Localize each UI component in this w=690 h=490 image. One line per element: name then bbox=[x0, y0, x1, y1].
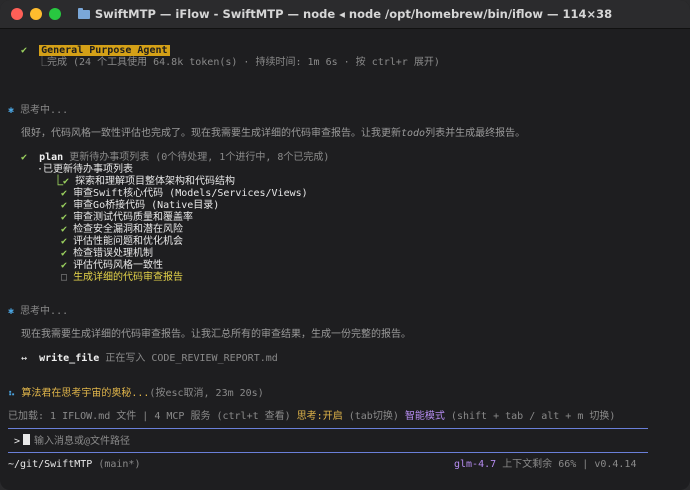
text-cursor bbox=[23, 434, 31, 445]
cwd-path: ~/git/SwiftMTP bbox=[8, 459, 93, 470]
agent-line: ✔ General Purpose Agent bbox=[21, 45, 170, 57]
plan-updated: ·已更新待办事项列表 bbox=[37, 164, 134, 175]
status-line: ⠦ 算法君在思考宇宙的奥秘...(按esc取消, 23m 20s) bbox=[8, 388, 264, 400]
window-title: SwiftMTP — iFlow - SwiftMTP — node ◂ nod… bbox=[0, 7, 690, 21]
footer-left: ~/git/SwiftMTP (main*) bbox=[8, 459, 140, 471]
todo-item-pending: □ 生成详细的代码审查报告 bbox=[61, 272, 184, 283]
todo-item: ✔ 审查Go桥接代码 (Native目录) bbox=[61, 200, 220, 211]
footer-right: glm-4.7 上下文剩余 66% | v0.4.14 bbox=[454, 459, 636, 471]
window-title-text: SwiftMTP — iFlow - SwiftMTP — node ◂ nod… bbox=[94, 7, 613, 21]
thinking-toggle: 思考:开启 bbox=[296, 411, 343, 422]
info-line: 已加载: 1 IFLOW.md 文件 | 4 MCP 服务 (ctrl+t 查看… bbox=[8, 411, 616, 422]
plan-header: ✔ plan 更新待办事项列表 (0个待处理, 1个进行中, 8个已完成) bbox=[21, 152, 329, 164]
tool-name: write_file bbox=[39, 353, 100, 364]
prompt-symbol: > bbox=[14, 436, 21, 447]
input-placeholder: 输入消息或@文件路径 bbox=[34, 436, 131, 447]
thinking-label: 思考中... bbox=[20, 105, 69, 116]
context-info: 上下文剩余 66% | v0.4.14 bbox=[502, 459, 637, 470]
git-branch: (main*) bbox=[98, 459, 141, 470]
status-text: 算法君在思考宇宙的奥秘... bbox=[21, 388, 150, 399]
todo-item: ✔ 评估性能问题和优化机会 bbox=[61, 236, 184, 247]
tool-desc: 正在写入 CODE_REVIEW_REPORT.md bbox=[105, 353, 278, 364]
input-top-border bbox=[8, 428, 648, 429]
spinner-icon: ⠦ bbox=[8, 388, 16, 399]
todo-item: ⎿✔ 探索和理解项目整体架构和代码结构 bbox=[53, 176, 236, 187]
tool-call: ↔ write_file 正在写入 CODE_REVIEW_REPORT.md bbox=[21, 353, 278, 365]
check-icon: ✔ bbox=[21, 152, 28, 163]
thinking-text: 很好，代码风格一致性评估也完成了。现在我需要生成详细的代码审查报告。让我更新to… bbox=[21, 128, 526, 139]
title-bar: SwiftMTP — iFlow - SwiftMTP — node ◂ nod… bbox=[0, 0, 690, 29]
todo-item: ✔ 审查Swift核心代码 (Models/Services/Views) bbox=[61, 188, 308, 199]
mode-indicator: 智能模式 bbox=[404, 411, 445, 422]
thinking-label: 思考中... bbox=[20, 306, 69, 317]
todo-item: ✔ 评估代码风格一致性 bbox=[61, 260, 164, 271]
folder-icon bbox=[77, 8, 90, 19]
status-hint: (按esc取消, 23m 20s) bbox=[149, 388, 264, 399]
plan-desc: 更新待办事项列表 (0个待处理, 1个进行中, 8个已完成) bbox=[69, 152, 330, 163]
write-arrow-icon: ↔ bbox=[21, 353, 28, 364]
plan-name: plan bbox=[39, 152, 64, 163]
todo-item: ✔ 审查测试代码质量和覆盖率 bbox=[61, 212, 194, 223]
thinking-header: ✱ 思考中... bbox=[8, 306, 68, 318]
thinking-star-icon: ✱ bbox=[8, 306, 15, 317]
check-icon: ✔ bbox=[21, 45, 28, 56]
terminal-window: SwiftMTP — iFlow - SwiftMTP — node ◂ nod… bbox=[0, 0, 690, 490]
input-bottom-border bbox=[8, 452, 648, 453]
thinking-header: ✱ 思考中... bbox=[8, 105, 68, 117]
model-name: glm-4.7 bbox=[454, 459, 497, 470]
message-input[interactable]: > 输入消息或@文件路径 bbox=[14, 434, 130, 448]
thinking-text: 现在我需要生成详细的代码审查报告。让我汇总所有的审查结果，生成一份完整的报告。 bbox=[21, 329, 411, 340]
thinking-star-icon: ✱ bbox=[8, 105, 15, 116]
loaded-info: 已加载: 1 IFLOW.md 文件 | 4 MCP 服务 (ctrl+t 查看… bbox=[8, 411, 291, 422]
checkbox-empty-icon: □ bbox=[61, 272, 68, 283]
agent-summary: ⎿完成 (24 个工具使用 64.8k token(s) · 持续时间: 1m … bbox=[37, 57, 440, 68]
agent-name: General Purpose Agent bbox=[39, 45, 170, 56]
todo-item: ✔ 检查安全漏洞和潜在风险 bbox=[61, 224, 184, 235]
todo-item: ✔ 检查错误处理机制 bbox=[61, 248, 154, 259]
